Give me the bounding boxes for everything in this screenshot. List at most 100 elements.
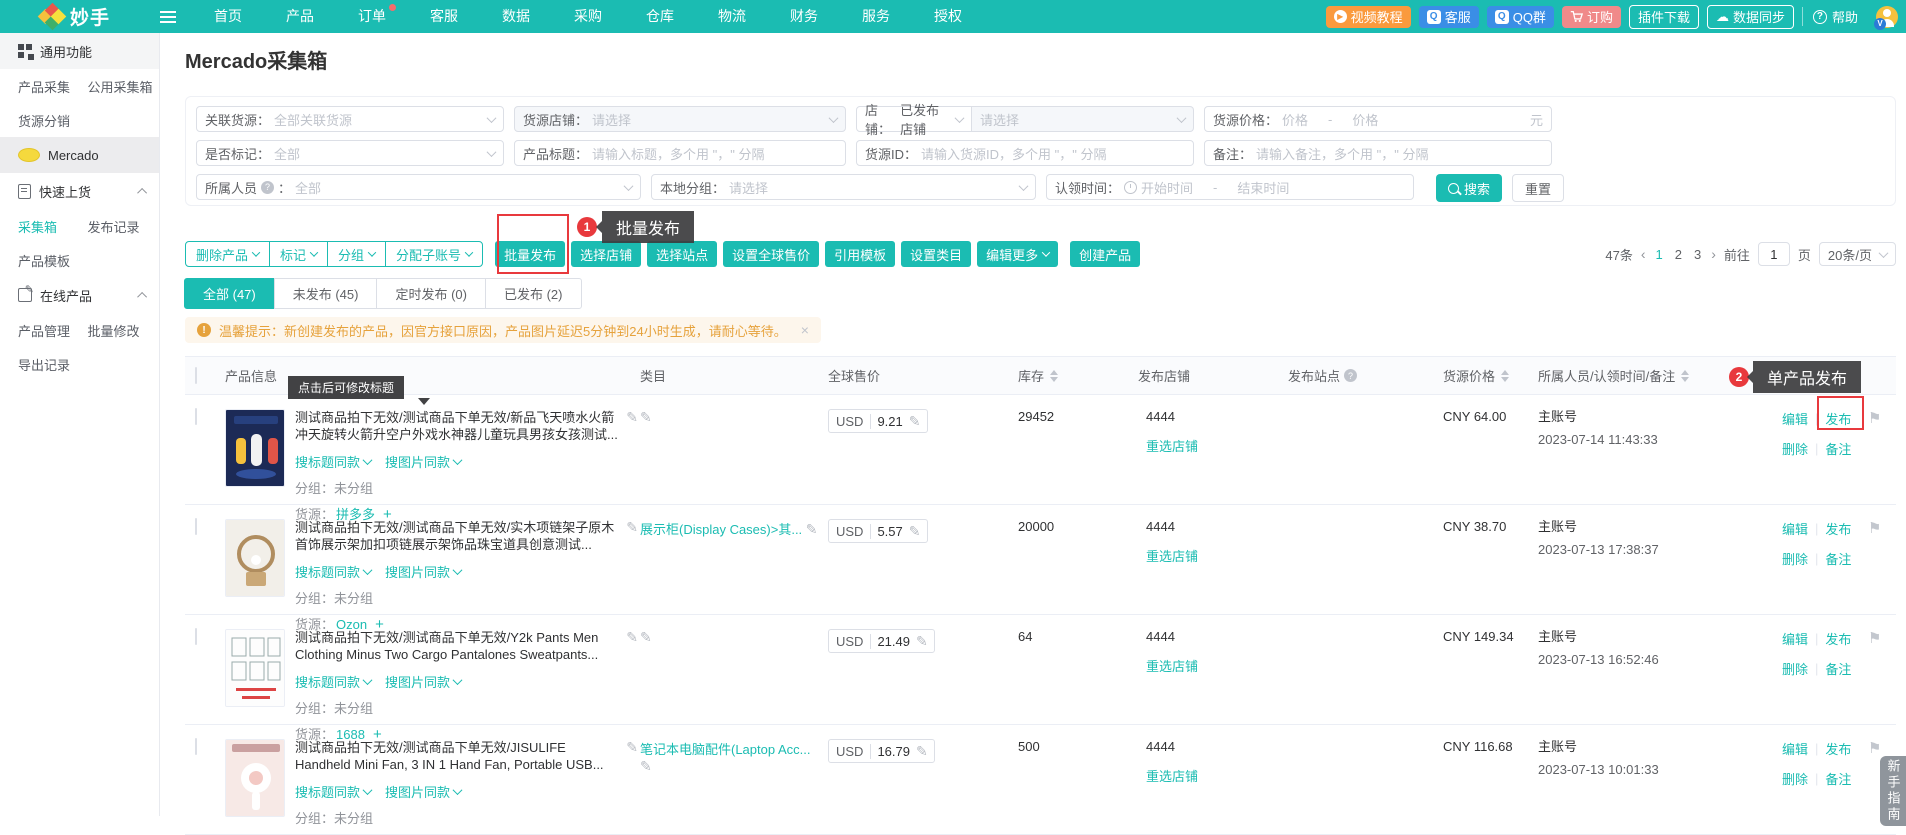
edit-category-icon[interactable]: ✎ (640, 409, 652, 425)
search-same-title-link[interactable]: 搜标题同款 (295, 452, 371, 471)
flag-icon[interactable]: ⚑ (1868, 409, 1896, 523)
product-image[interactable] (225, 739, 285, 817)
page-1[interactable]: 1 (1654, 247, 1665, 262)
publish-link[interactable]: 发布 (1825, 739, 1851, 758)
global-price-editor[interactable]: USD21.49✎ (828, 629, 935, 653)
sidebar-item-export-record[interactable]: 导出记录 (0, 355, 80, 374)
mark-dropdown[interactable]: 标记 (269, 241, 328, 267)
sidebar-item-collection-box[interactable]: 采集箱 (0, 217, 80, 236)
search-button[interactable]: 搜索 (1436, 174, 1502, 202)
tab-unpublished[interactable]: 未发布 (45) (274, 278, 378, 309)
search-same-title-link[interactable]: 搜标题同款 (295, 782, 371, 801)
global-price-editor[interactable]: USD5.57✎ (828, 519, 928, 543)
category-link[interactable]: 笔记本电脑配件(Laptop Acc... (640, 739, 811, 758)
help-button[interactable]: ? 帮助 (1802, 7, 1868, 26)
menu-toggle-icon[interactable] (160, 11, 176, 23)
sidebar-group-general[interactable]: 通用功能 (0, 33, 159, 69)
sidebar-item-product-template[interactable]: 产品模板 (0, 251, 80, 270)
search-same-title-link[interactable]: 搜标题同款 (295, 672, 371, 691)
nav-item-purchase[interactable]: 采购 (552, 0, 624, 33)
delete-link[interactable]: 删除 (1782, 659, 1808, 678)
page-2[interactable]: 2 (1673, 247, 1684, 262)
publish-link[interactable]: 发布 (1825, 629, 1851, 648)
plugin-download-button[interactable]: 插件下载 (1629, 5, 1699, 29)
publish-link[interactable]: 发布 (1825, 519, 1851, 538)
remark-link[interactable]: 备注 (1825, 549, 1851, 568)
source-shop-select[interactable]: 货源店铺： 请选择 (514, 106, 846, 132)
local-group-select[interactable]: 本地分组： 请选择 (651, 174, 1036, 200)
edit-price-icon[interactable]: ✎ (916, 743, 934, 760)
sidebar-item-product-collect[interactable]: 产品采集 (0, 77, 80, 96)
avatar[interactable]: V (1876, 6, 1898, 28)
sidebar-item-distribution[interactable]: 货源分销 (0, 111, 80, 130)
edit-link[interactable]: 编辑 (1782, 519, 1808, 538)
row-checkbox[interactable] (195, 408, 197, 425)
edit-category-icon[interactable]: ✎ (640, 629, 652, 645)
nav-item-order[interactable]: 订单 (336, 0, 408, 33)
remark-input[interactable]: 备注： 请输入备注，多个用 "，" 分隔 (1204, 140, 1552, 166)
owner-select[interactable]: 所属人员 ?： 全部 (196, 174, 641, 200)
assign-sub-account-dropdown[interactable]: 分配子账号 (385, 241, 483, 267)
price-from-input[interactable]: 价格 (1282, 110, 1308, 129)
category-link[interactable]: 展示柜(Display Cases)>其... (640, 519, 802, 538)
select-site-button[interactable]: 选择站点 (647, 241, 717, 267)
row-checkbox[interactable] (195, 628, 197, 645)
sort-icon[interactable] (1050, 370, 1058, 382)
nav-item-service[interactable]: 客服 (408, 0, 480, 33)
product-title[interactable]: 测试商品拍下无效/测试商品下单无效/实木项链架子原木首饰展示架加扣项链展示架饰品… (295, 519, 618, 553)
product-image[interactable] (225, 519, 285, 597)
search-same-title-link[interactable]: 搜标题同款 (295, 562, 371, 581)
set-category-button[interactable]: 设置类目 (901, 241, 971, 267)
source-price-range[interactable]: 货源价格： 价格 - 价格 元 (1204, 106, 1552, 132)
edit-price-icon[interactable]: ✎ (909, 413, 927, 430)
row-checkbox[interactable] (195, 738, 197, 755)
product-title[interactable]: 测试商品拍下无效/测试商品下单无效/Y2k Pants Men Clothing… (295, 629, 618, 663)
reset-button[interactable]: 重置 (1512, 174, 1564, 202)
time-end-input[interactable]: 结束时间 (1237, 178, 1289, 197)
edit-link[interactable]: 编辑 (1782, 739, 1808, 758)
claim-time-range[interactable]: 认领时间： 开始时间 - 结束时间 (1046, 174, 1414, 200)
reselect-shop-link[interactable]: 重选店铺 (1146, 656, 1198, 675)
tab-all[interactable]: 全部 (47) (184, 278, 275, 309)
tab-scheduled[interactable]: 定时发布 (0) (376, 278, 486, 309)
related-source-select[interactable]: 关联货源： 全部关联货源 (196, 106, 504, 132)
global-price-editor[interactable]: USD9.21✎ (828, 409, 928, 433)
product-title-input[interactable]: 产品标题： 请输入标题，多个用 "，" 分隔 (514, 140, 846, 166)
reselect-shop-link[interactable]: 重选店铺 (1146, 546, 1198, 565)
sidebar-item-publish-record[interactable]: 发布记录 (80, 217, 159, 236)
remark-link[interactable]: 备注 (1825, 769, 1851, 788)
nav-item-logistics[interactable]: 物流 (696, 0, 768, 33)
subscribe-button[interactable]: 订购 (1562, 6, 1621, 28)
delete-link[interactable]: 删除 (1782, 439, 1808, 458)
marked-select[interactable]: 是否标记： 全部 (196, 140, 504, 166)
set-global-price-button[interactable]: 设置全球售价 (723, 241, 819, 267)
time-start-input[interactable]: 开始时间 (1141, 178, 1193, 197)
edit-title-icon[interactable]: ✎ (626, 739, 638, 756)
data-sync-button[interactable]: ☁ 数据同步 (1707, 5, 1794, 29)
product-title[interactable]: 测试商品拍下无效/测试商品下单无效/JISULIFE Handheld Mini… (295, 739, 618, 773)
create-product-button[interactable]: 创建产品 (1070, 241, 1140, 267)
video-tutorial-button[interactable]: ▶ 视频教程 (1326, 6, 1411, 28)
brand-logo[interactable]: 妙手 (0, 3, 170, 30)
remark-link[interactable]: 备注 (1825, 659, 1851, 678)
edit-category-icon[interactable]: ✎ (640, 758, 652, 774)
edit-title-icon[interactable]: ✎ (626, 629, 638, 646)
product-image[interactable] (225, 629, 285, 707)
edit-price-icon[interactable]: ✎ (916, 633, 934, 650)
nav-item-data[interactable]: 数据 (480, 0, 552, 33)
delete-product-dropdown[interactable]: 删除产品 (185, 241, 270, 267)
sort-icon[interactable] (1681, 370, 1689, 382)
nav-item-auth[interactable]: 授权 (912, 0, 984, 33)
product-image[interactable] (225, 409, 285, 487)
apply-template-button[interactable]: 引用模板 (825, 241, 895, 267)
shop-select[interactable]: 请选择 (972, 106, 1194, 132)
edit-title-icon[interactable]: ✎ (626, 409, 638, 426)
search-same-image-link[interactable]: 搜图片同款 (385, 562, 461, 581)
flag-icon[interactable]: ⚑ (1868, 629, 1896, 743)
kefu-button[interactable]: Q 客服 (1419, 6, 1479, 28)
search-same-image-link[interactable]: 搜图片同款 (385, 452, 461, 471)
nav-item-home[interactable]: 首页 (192, 0, 264, 33)
source-id-input[interactable]: 货源ID： 请输入货源ID，多个用 "，" 分隔 (856, 140, 1194, 166)
sidebar-group-mercado[interactable]: Mercado (0, 137, 159, 173)
select-all-checkbox[interactable] (195, 367, 197, 384)
